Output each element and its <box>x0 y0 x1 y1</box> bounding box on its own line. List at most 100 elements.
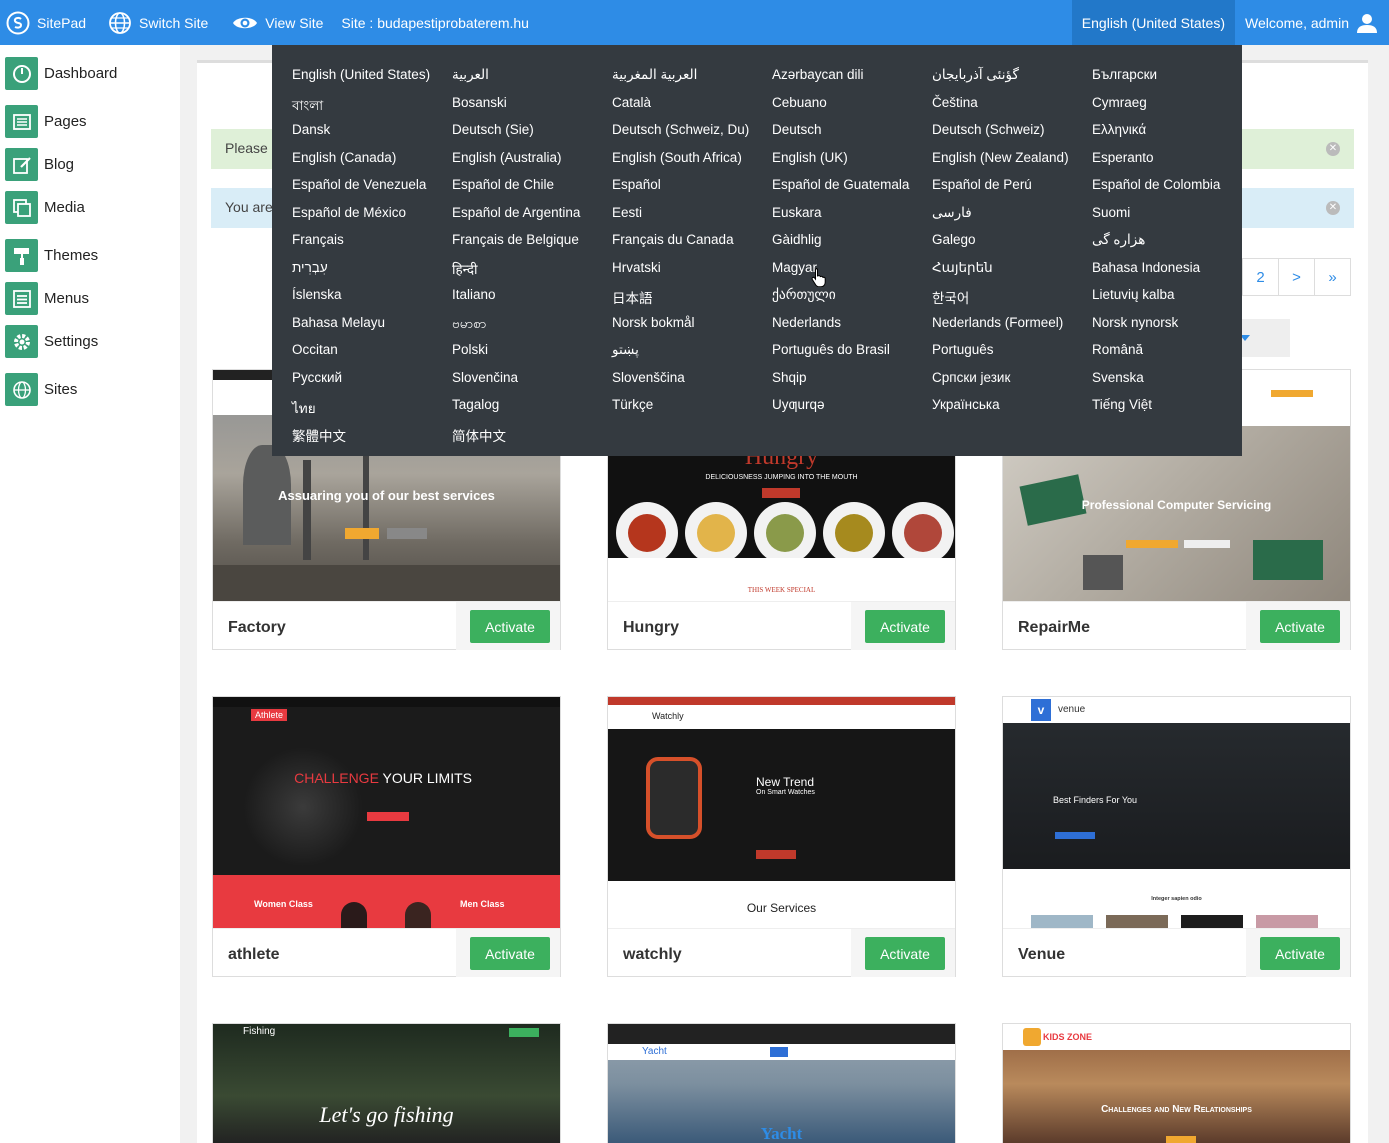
language-option[interactable]: پښتو <box>612 342 639 358</box>
language-option[interactable]: English (South Africa) <box>612 150 742 165</box>
language-option[interactable]: 繁體中文 <box>292 425 346 445</box>
language-option[interactable]: Dansk <box>292 122 330 137</box>
language-option[interactable]: 한국어 <box>932 287 969 307</box>
language-option[interactable]: Suomi <box>1092 205 1130 220</box>
language-option[interactable]: Íslenska <box>292 287 342 302</box>
sidebar-item-settings[interactable]: Settings <box>5 325 98 358</box>
sidebar-item-themes[interactable]: Themes <box>5 239 98 272</box>
theme-preview[interactable]: Athlete CHALLENGE YOUR LIMITS Women Clas… <box>213 697 560 928</box>
language-option[interactable]: Español de Colombia <box>1092 177 1220 192</box>
sidebar-item-dashboard[interactable]: Dashboard <box>5 57 117 90</box>
language-option[interactable]: Norsk bokmål <box>612 315 695 330</box>
language-option[interactable]: 日本語 <box>612 287 653 307</box>
language-option[interactable]: Español de Argentina <box>452 205 580 220</box>
language-option[interactable]: Slovenščina <box>612 370 685 385</box>
language-selector[interactable]: English (United States) <box>1071 0 1235 45</box>
language-option[interactable]: Azərbaycan dili <box>772 67 864 82</box>
language-option[interactable]: Galego <box>932 232 976 247</box>
page-2-link[interactable]: 2 <box>1242 258 1279 296</box>
language-option[interactable]: Cymraeg <box>1092 95 1147 110</box>
language-option[interactable]: Español de Chile <box>452 177 554 192</box>
language-option[interactable]: Español de México <box>292 205 406 220</box>
activate-button[interactable]: Activate <box>1260 610 1340 643</box>
language-option[interactable]: Français du Canada <box>612 232 734 247</box>
language-option[interactable]: Bosanski <box>452 95 507 110</box>
language-option[interactable]: Uyƣurqə <box>772 397 825 412</box>
language-option[interactable]: Français de Belgique <box>452 232 579 247</box>
language-option[interactable]: Deutsch <box>772 122 822 137</box>
language-option[interactable]: Shqip <box>772 370 807 385</box>
sidebar-item-menus[interactable]: Menus <box>5 282 89 315</box>
theme-preview[interactable]: Yacht Yacht <box>608 1024 955 1143</box>
language-option[interactable]: ဗမာစာ <box>452 315 486 335</box>
language-option[interactable]: Svenska <box>1092 370 1144 385</box>
theme-preview[interactable]: Fishing Let's go fishing <box>213 1024 560 1143</box>
brand-link[interactable]: SitePad <box>0 0 94 45</box>
language-option[interactable]: العربية المغربية <box>612 67 697 83</box>
last-page-link[interactable]: » <box>1314 258 1351 296</box>
theme-preview[interactable]: KIDS ZONE Challenges and New Relationshi… <box>1003 1024 1350 1143</box>
language-option[interactable]: Српски језик <box>932 370 1010 385</box>
activate-button[interactable]: Activate <box>470 937 550 970</box>
language-option[interactable]: Occitan <box>292 342 338 357</box>
activate-button[interactable]: Activate <box>865 610 945 643</box>
language-option[interactable]: Português do Brasil <box>772 342 890 357</box>
language-option[interactable]: Italiano <box>452 287 496 302</box>
close-icon[interactable]: ✕ <box>1326 201 1340 215</box>
language-option[interactable]: Bahasa Indonesia <box>1092 260 1200 275</box>
language-option[interactable]: Bahasa Melayu <box>292 315 385 330</box>
language-option[interactable]: English (Australia) <box>452 150 562 165</box>
language-option[interactable]: Eesti <box>612 205 642 220</box>
sidebar-item-media[interactable]: Media <box>5 191 85 224</box>
language-option[interactable]: Deutsch (Schweiz) <box>932 122 1045 137</box>
language-option[interactable]: 简体中文 <box>452 425 506 445</box>
language-option[interactable]: Հայերեն <box>932 260 993 276</box>
activate-button[interactable]: Activate <box>1260 937 1340 970</box>
language-option[interactable]: हिन्दी <box>452 260 478 278</box>
language-option[interactable]: Gàidhlig <box>772 232 822 247</box>
language-option[interactable]: Ελληνικά <box>1092 122 1146 137</box>
next-page-link[interactable]: > <box>1278 258 1315 296</box>
theme-preview[interactable]: v venue Best Finders For You Integer sap… <box>1003 697 1350 928</box>
activate-button[interactable]: Activate <box>865 937 945 970</box>
language-option[interactable]: ไทย <box>292 397 316 419</box>
language-option[interactable]: Čeština <box>932 95 978 110</box>
language-option[interactable]: Tiếng Việt <box>1092 397 1152 412</box>
language-option[interactable]: گؤنئی آذربایجان <box>932 67 1019 83</box>
language-option[interactable]: Português <box>932 342 994 357</box>
language-option[interactable]: English (Canada) <box>292 150 396 165</box>
language-option[interactable]: Türkçe <box>612 397 653 412</box>
theme-preview[interactable]: Watchly New Trend On Smart Watches Our S… <box>608 697 955 928</box>
language-option[interactable]: বাংলা <box>292 95 323 118</box>
language-option[interactable]: Slovenčina <box>452 370 518 385</box>
language-option[interactable]: Polski <box>452 342 488 357</box>
language-option[interactable]: Español de Venezuela <box>292 177 426 192</box>
user-menu[interactable]: Welcome, admin <box>1235 0 1389 45</box>
language-option[interactable]: Français <box>292 232 344 247</box>
switch-site-button[interactable]: Switch Site <box>100 0 216 45</box>
sidebar-item-pages[interactable]: Pages <box>5 105 87 138</box>
language-option[interactable]: Cebuano <box>772 95 827 110</box>
language-option[interactable]: Norsk nynorsk <box>1092 315 1178 330</box>
language-option[interactable]: English (United States) <box>292 67 430 82</box>
language-option[interactable]: English (New Zealand) <box>932 150 1069 165</box>
language-option[interactable]: Українська <box>932 397 1000 412</box>
language-option[interactable]: Español de Guatemala <box>772 177 909 192</box>
language-option[interactable]: Español de Perú <box>932 177 1032 192</box>
language-option[interactable]: Deutsch (Schweiz, Du) <box>612 122 749 137</box>
language-option[interactable]: Lietuvių kalba <box>1092 287 1175 302</box>
language-option[interactable]: العربية <box>452 67 489 83</box>
language-option[interactable]: Hrvatski <box>612 260 661 275</box>
language-option[interactable]: فارسی <box>932 205 972 221</box>
language-option[interactable]: English (UK) <box>772 150 848 165</box>
language-option[interactable]: Esperanto <box>1092 150 1154 165</box>
language-option[interactable]: ქართული <box>772 287 836 303</box>
language-option[interactable]: Tagalog <box>452 397 499 412</box>
view-site-button[interactable]: View Site <box>224 0 331 45</box>
language-option[interactable]: Euskara <box>772 205 822 220</box>
close-icon[interactable]: ✕ <box>1326 142 1340 156</box>
language-option[interactable]: עִבְרִית <box>292 260 328 275</box>
language-option[interactable]: Български <box>1092 67 1157 82</box>
language-option[interactable]: Català <box>612 95 651 110</box>
sidebar-item-sites[interactable]: Sites <box>5 373 77 406</box>
